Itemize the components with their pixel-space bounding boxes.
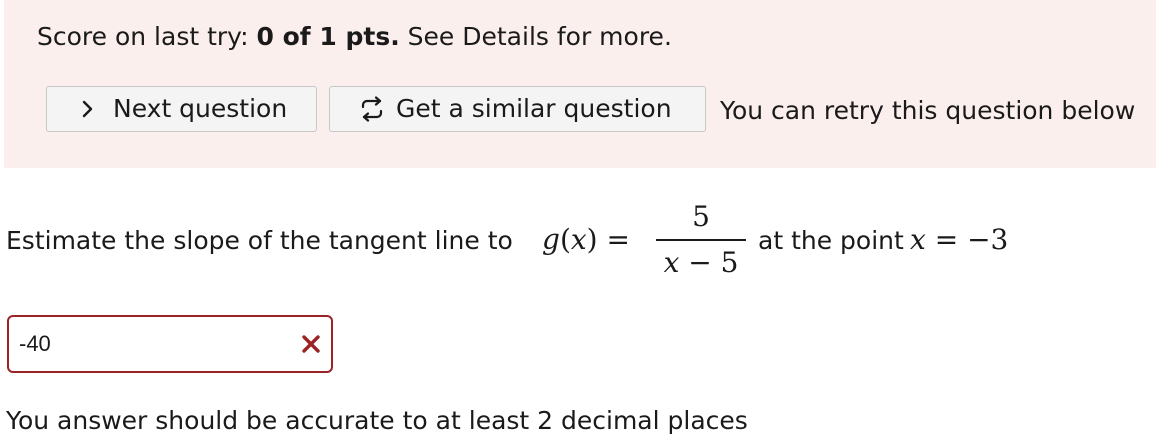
- score-suffix: See Details for more.: [399, 22, 672, 51]
- function-name: g: [542, 223, 560, 256]
- denominator-variable: x: [663, 246, 680, 279]
- retry-arrows-icon: [358, 87, 386, 131]
- score-panel: Score on last try: 0 of 1 pts. See Detai…: [4, 0, 1156, 168]
- answer-field[interactable]: [7, 315, 333, 373]
- function-expression: g(x) =: [542, 223, 630, 256]
- incorrect-x-icon: [301, 334, 321, 354]
- fraction: 5 x − 5: [656, 200, 746, 284]
- denominator-rest: − 5: [679, 246, 739, 279]
- similar-question-button[interactable]: Get a similar question: [329, 86, 706, 132]
- equals-sign: =: [606, 223, 630, 256]
- point-value: = −3: [934, 223, 1009, 256]
- accuracy-note: You answer should be accurate to at leas…: [6, 406, 748, 435]
- score-value: 0 of 1 pts.: [256, 22, 400, 51]
- fraction-numerator: 5: [692, 200, 710, 233]
- function-variable: x: [570, 223, 587, 256]
- score-line: Score on last try: 0 of 1 pts. See Detai…: [37, 20, 672, 54]
- question-prefix: Estimate the slope of the tangent line t…: [6, 226, 513, 255]
- next-question-button[interactable]: Next question: [46, 86, 317, 132]
- fraction-bar: [656, 239, 746, 241]
- question-text: Estimate the slope of the tangent line t…: [6, 200, 1146, 290]
- point-expression: x = −3: [910, 222, 1008, 258]
- question-suffix: at the point: [758, 226, 904, 255]
- retry-notice: You can retry this question below: [720, 96, 1136, 125]
- score-prefix: Score on last try:: [37, 22, 257, 51]
- fraction-denominator: x − 5: [656, 246, 746, 280]
- answer-input[interactable]: [19, 327, 289, 361]
- point-variable: x: [910, 223, 926, 256]
- similar-question-label: Get a similar question: [396, 94, 672, 123]
- next-question-label: Next question: [113, 94, 288, 123]
- chevron-right-icon: [81, 87, 95, 131]
